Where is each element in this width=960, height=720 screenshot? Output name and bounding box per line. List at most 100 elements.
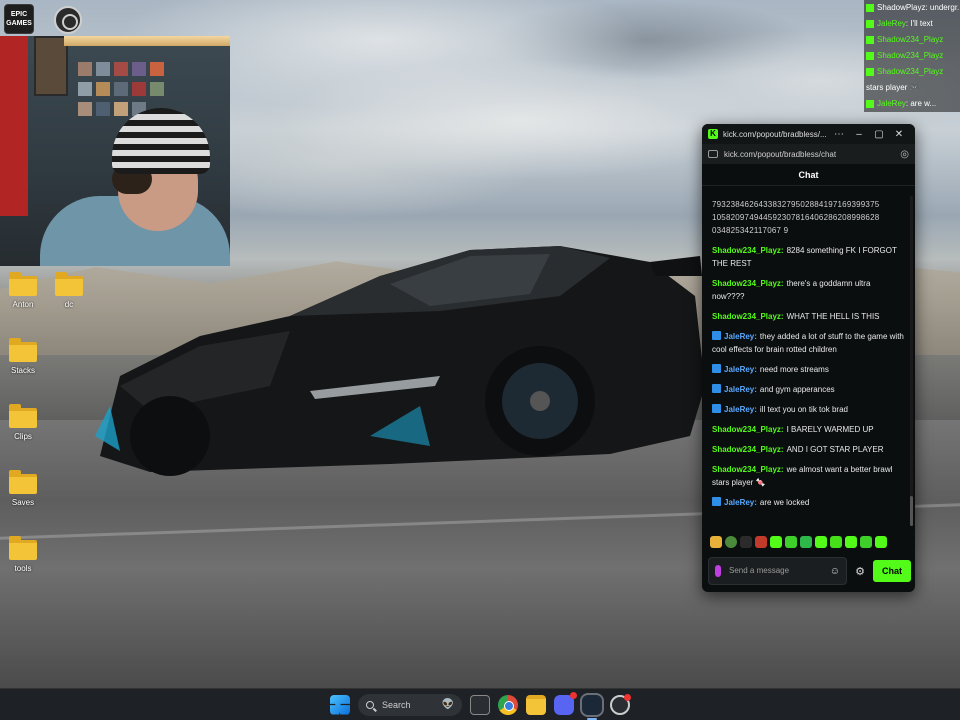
emote-icon[interactable]: [740, 536, 752, 548]
message-username[interactable]: Shadow234_Playz:: [712, 246, 784, 255]
ceiling-light: [64, 36, 230, 46]
notification-dot: [570, 691, 577, 699]
send-message-input[interactable]: Send a message ☺: [708, 557, 847, 585]
emote-icon[interactable]: [875, 536, 887, 548]
chat-send-button[interactable]: Chat: [873, 560, 911, 582]
emote-icon[interactable]: [830, 536, 842, 548]
message-username[interactable]: JaleRey:: [724, 332, 757, 341]
folder-label: Saves: [11, 498, 35, 507]
kick-icon: [866, 67, 874, 76]
chrome-icon[interactable]: [498, 694, 518, 715]
chat-scrollbar[interactable]: [910, 196, 913, 526]
chat-message: JaleRey: are we locked: [712, 496, 905, 509]
stream-chat-overlay: ShadowPlayz: undergr... JaleRey: I'll te…: [864, 0, 960, 112]
overlay-row: stars player 🎮: [864, 80, 960, 96]
chat-message: JaleRey: need more streams: [712, 363, 905, 376]
overlay-text: stars player 🎮: [866, 83, 920, 92]
folder-icon: [9, 338, 37, 362]
windows-start-icon[interactable]: [330, 694, 350, 715]
message-username[interactable]: JaleRey:: [724, 385, 757, 394]
task-view-icon[interactable]: [470, 694, 490, 715]
emote-icon[interactable]: [725, 536, 737, 548]
minimize-button[interactable]: –: [849, 129, 869, 140]
notification-dot: [624, 693, 631, 701]
overlay-text: : I'll text: [905, 19, 933, 28]
desktop-folder[interactable]: dc: [46, 272, 92, 332]
epic-games-icon[interactable]: EPIC GAMES: [4, 4, 34, 34]
obs-icon[interactable]: [54, 6, 82, 34]
overlay-row: Shadow234_Playz: [864, 32, 960, 48]
send-message-placeholder: Send a message: [729, 566, 790, 575]
message-text: AND I GOT STAR PLAYER: [786, 445, 884, 454]
chat-message: 793238462643383279502884197169399375 105…: [712, 198, 905, 237]
app-icon[interactable]: [610, 693, 631, 715]
message-username[interactable]: JaleRey:: [724, 498, 757, 507]
folder-label: tools: [14, 564, 32, 573]
emote-icon[interactable]: [710, 536, 722, 548]
chat-message: Shadow234_Playz: WHAT THE HELL IS THIS: [712, 310, 905, 323]
eye-slash-icon[interactable]: ◎: [900, 149, 909, 160]
search-icon: [366, 700, 374, 709]
taskbar-search[interactable]: Search 👽: [358, 693, 462, 716]
message-username[interactable]: Shadow234_Playz:: [712, 425, 784, 434]
emote-icon[interactable]: [770, 536, 782, 548]
overlay-user: Shadow234_Playz: [877, 67, 944, 76]
folder-icon: [9, 404, 37, 428]
chat-message-list: 793238462643383279502884197169399375 105…: [702, 196, 915, 536]
folder-icon: [9, 536, 37, 560]
message-username[interactable]: Shadow234_Playz:: [712, 445, 784, 454]
search-highlight-icon: 👽: [441, 699, 454, 710]
emote-icon[interactable]: [800, 536, 812, 548]
search-label: Search: [382, 699, 411, 710]
close-button[interactable]: ✕: [889, 129, 909, 140]
url-text: kick.com/popout/bradbless/chat: [724, 149, 837, 159]
overlay-user: JaleRey: [877, 19, 906, 28]
folder-label: Stacks: [10, 366, 35, 375]
window-title: kick.com/popout/bradbless/...: [723, 129, 827, 139]
desktop-folder[interactable]: Anton: [0, 272, 46, 332]
message-username[interactable]: Shadow234_Playz:: [712, 465, 784, 474]
message-username[interactable]: JaleRey:: [724, 365, 757, 374]
chat-message: Shadow234_Playz: there's a goddamn ultra …: [712, 277, 905, 303]
emote-icon[interactable]: [785, 536, 797, 548]
overlay-text: ShadowPlayz: undergr...: [877, 3, 960, 12]
message-username[interactable]: Shadow234_Playz:: [712, 312, 784, 321]
desktop-folder[interactable]: tools: [0, 536, 46, 596]
message-username[interactable]: Shadow234_Playz:: [712, 279, 784, 288]
address-bar[interactable]: kick.com/popout/bradbless/chat ◎: [702, 144, 915, 164]
desktop-folder[interactable]: Clips: [0, 404, 46, 464]
emoji-picker-icon[interactable]: ☺: [830, 566, 840, 577]
mic-icon[interactable]: [715, 565, 721, 577]
emote-icon[interactable]: [755, 536, 767, 548]
desktop-folder[interactable]: Saves: [0, 470, 46, 530]
overlay-user: Shadow234_Playz: [877, 35, 944, 44]
message-text: 793238462643383279502884197169399375 105…: [712, 200, 880, 235]
steam-icon[interactable]: [582, 694, 602, 720]
message-username[interactable]: JaleRey:: [724, 405, 757, 414]
folder-label: Clips: [14, 432, 32, 441]
overlay-row: Shadow234_Playz: [864, 64, 960, 80]
maximize-button[interactable]: ▢: [869, 129, 889, 140]
emote-icon[interactable]: [845, 536, 857, 548]
chat-input-row: Send a message ☺ ⚙ Chat: [708, 556, 911, 586]
windows-taskbar: Search 👽: [0, 688, 960, 720]
chat-message: JaleRey: ill text you on tik tok brad: [712, 403, 905, 416]
emote-icon[interactable]: [860, 536, 872, 548]
kick-icon: [866, 3, 874, 12]
chat-message: Shadow234_Playz: we almost want a better …: [712, 463, 905, 489]
discord-icon[interactable]: [554, 691, 577, 715]
wall-banner: [0, 36, 28, 216]
overlay-row: ShadowPlayz: undergr...: [864, 0, 960, 16]
window-titlebar[interactable]: K kick.com/popout/bradbless/... ⋯ – ▢ ✕: [702, 124, 915, 144]
site-info-icon[interactable]: [708, 150, 718, 158]
emote-bar: [710, 534, 910, 550]
more-options-icon[interactable]: ⋯: [829, 129, 849, 140]
emote-icon[interactable]: [815, 536, 827, 548]
kick-icon: [866, 19, 874, 28]
gear-icon[interactable]: ⚙: [853, 565, 867, 578]
desktop-folder[interactable]: Stacks: [0, 338, 46, 398]
user-badge-icon: [712, 384, 721, 393]
file-explorer-icon[interactable]: [526, 694, 546, 715]
scrollbar-thumb[interactable]: [910, 496, 913, 526]
overlay-row: Shadow234_Playz: [864, 48, 960, 64]
